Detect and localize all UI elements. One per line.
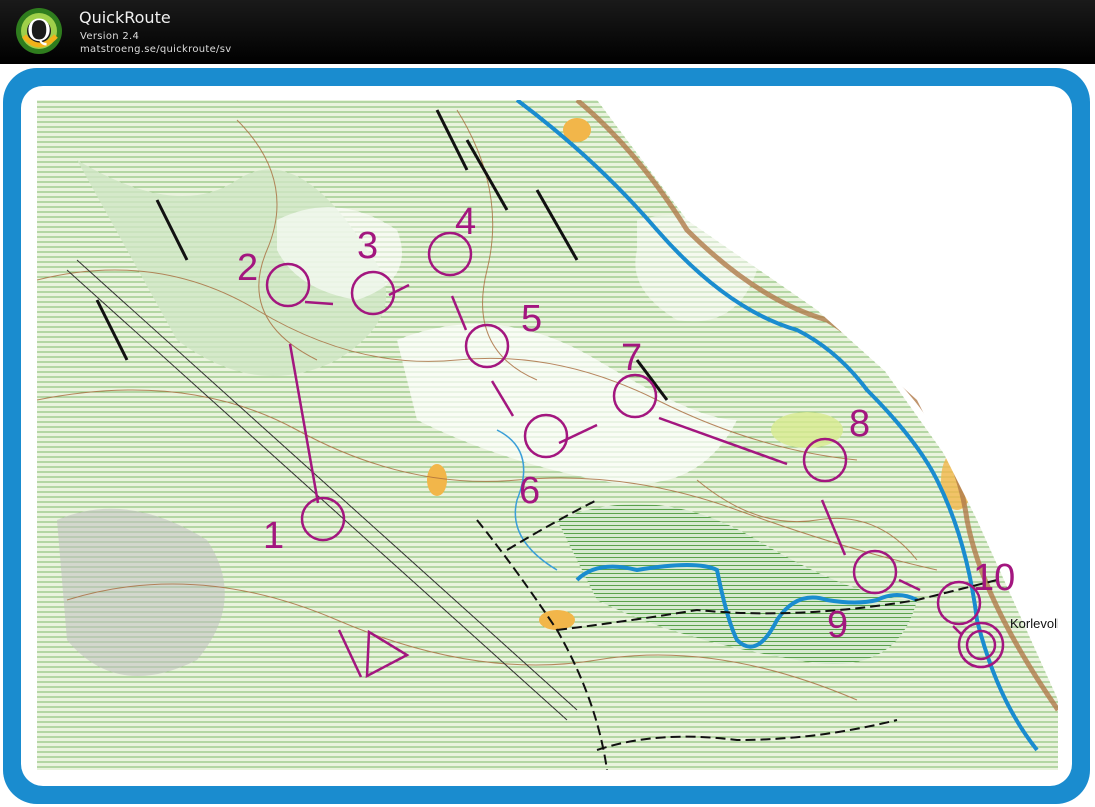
map-frame: 1 2 3 4 5 6 7 8 9 10 Korlevoll xyxy=(3,68,1090,804)
orienteering-map[interactable]: 1 2 3 4 5 6 7 8 9 10 Korlevoll xyxy=(37,100,1058,770)
title-bar: Q QuickRoute Version 2.4 matstroeng.se/q… xyxy=(0,0,1095,64)
control-number-4: 4 xyxy=(455,201,476,243)
control-number-5: 5 xyxy=(521,298,542,340)
control-number-8: 8 xyxy=(849,403,870,445)
place-label: Korlevoll xyxy=(1010,616,1058,631)
app-version: Version 2.4 xyxy=(80,31,140,42)
control-number-1: 1 xyxy=(263,515,284,557)
control-number-10: 10 xyxy=(973,557,1015,599)
control-number-3: 3 xyxy=(357,225,378,267)
app-url[interactable]: matstroeng.se/quickroute/sv xyxy=(80,44,231,55)
map-viewport[interactable]: 1 2 3 4 5 6 7 8 9 10 Korlevoll xyxy=(21,86,1072,786)
control-number-2: 2 xyxy=(237,247,258,289)
app-title: QuickRoute xyxy=(79,8,171,27)
control-number-9: 9 xyxy=(827,604,848,646)
control-number-6: 6 xyxy=(519,470,540,512)
svg-text:Q: Q xyxy=(27,14,52,49)
control-number-7: 7 xyxy=(621,337,642,379)
quickroute-logo-icon: Q xyxy=(16,8,62,54)
